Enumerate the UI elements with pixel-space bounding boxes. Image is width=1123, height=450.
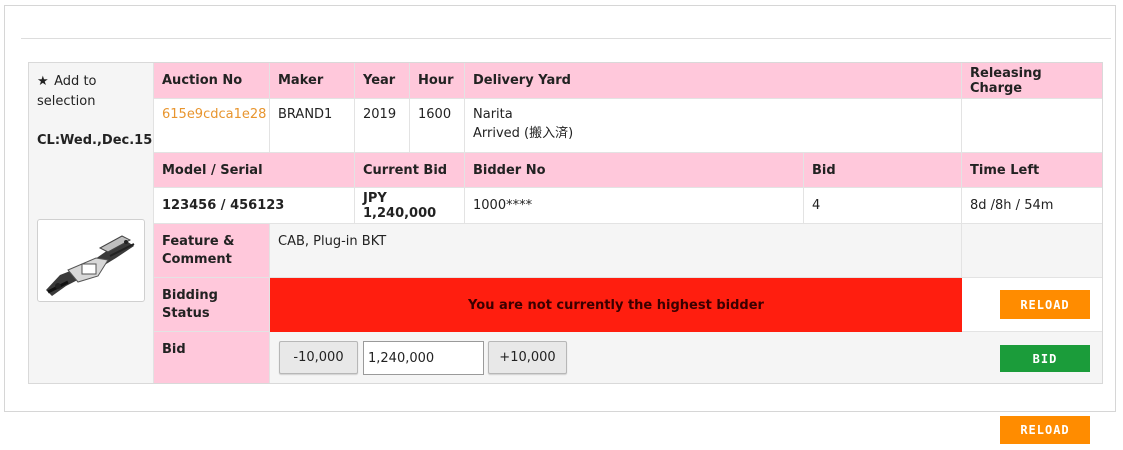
current-bid-value: JPY 1,240,000 xyxy=(355,188,465,224)
bidder-no-value: 1000**** xyxy=(465,188,804,224)
header-model-serial: Model / Serial xyxy=(154,153,355,188)
time-left-value: 8d /8h / 54m xyxy=(962,188,1102,224)
delivery-yard-location: Narita xyxy=(473,107,513,122)
lot-sidebar: ★ Add to selection CL:Wed.,Dec.15 xyxy=(29,63,154,383)
closing-date: CL:Wed.,Dec.15 xyxy=(37,133,153,148)
bidding-status-message: You are not currently the highest bidder xyxy=(270,278,962,332)
panel-container: ★ Add to selection CL:Wed.,Dec.15 Auctio… xyxy=(4,5,1116,412)
reload-button[interactable]: RELOAD xyxy=(1000,290,1090,319)
header-bidding-status: Bidding Status xyxy=(154,278,270,332)
lot-detail-grid: Auction No Maker Year Hour Delivery Yard… xyxy=(154,63,1102,383)
header-time-left: Time Left xyxy=(962,153,1102,188)
header-bidder-no: Bidder No xyxy=(465,153,804,188)
header-bid: Bid xyxy=(804,153,962,188)
add-to-selection-link[interactable]: ★ Add to selection xyxy=(37,72,149,112)
footer-reload-button[interactable]: RELOAD xyxy=(1000,416,1090,444)
maker-value: BRAND1 xyxy=(270,99,355,153)
header-releasing-charge: Releasing Charge xyxy=(962,63,1102,99)
header-bid-row: Bid xyxy=(154,332,270,383)
header-delivery-yard: Delivery Yard xyxy=(465,63,962,99)
bid-amount-input[interactable]: 1,240,000 xyxy=(363,341,484,375)
feature-comment-value: CAB, Plug-in BKT xyxy=(270,224,962,278)
hour-value: 1600 xyxy=(410,99,465,153)
header-current-bid: Current Bid xyxy=(355,153,465,188)
increment-button[interactable]: +10,000 xyxy=(488,341,567,374)
machine-photo-icon xyxy=(46,235,135,296)
model-serial-value: 123456 / 456123 xyxy=(154,188,355,224)
delivery-yard-value: Narita Arrived (搬入済) xyxy=(465,99,962,153)
decrement-button[interactable]: -10,000 xyxy=(279,341,358,374)
lot-card: ★ Add to selection CL:Wed.,Dec.15 Auctio… xyxy=(28,62,1103,384)
releasing-charge-value xyxy=(962,99,1102,153)
star-icon: ★ xyxy=(37,74,49,89)
header-maker: Maker xyxy=(270,63,355,99)
machine-thumbnail[interactable] xyxy=(37,219,145,302)
header-auction-no: Auction No xyxy=(154,63,270,99)
delivery-yard-status: Arrived (搬入済) xyxy=(473,126,574,141)
divider xyxy=(21,38,1111,39)
bid-count-value: 4 xyxy=(804,188,962,224)
header-year: Year xyxy=(355,63,410,99)
header-hour: Hour xyxy=(410,63,465,99)
header-feature-comment: Feature & Comment xyxy=(154,224,270,278)
bid-button[interactable]: BID xyxy=(1000,345,1090,372)
feature-comment-extra xyxy=(962,224,1102,278)
year-value: 2019 xyxy=(355,99,410,153)
auction-no-link[interactable]: 615e9cdca1e28 xyxy=(154,99,270,153)
